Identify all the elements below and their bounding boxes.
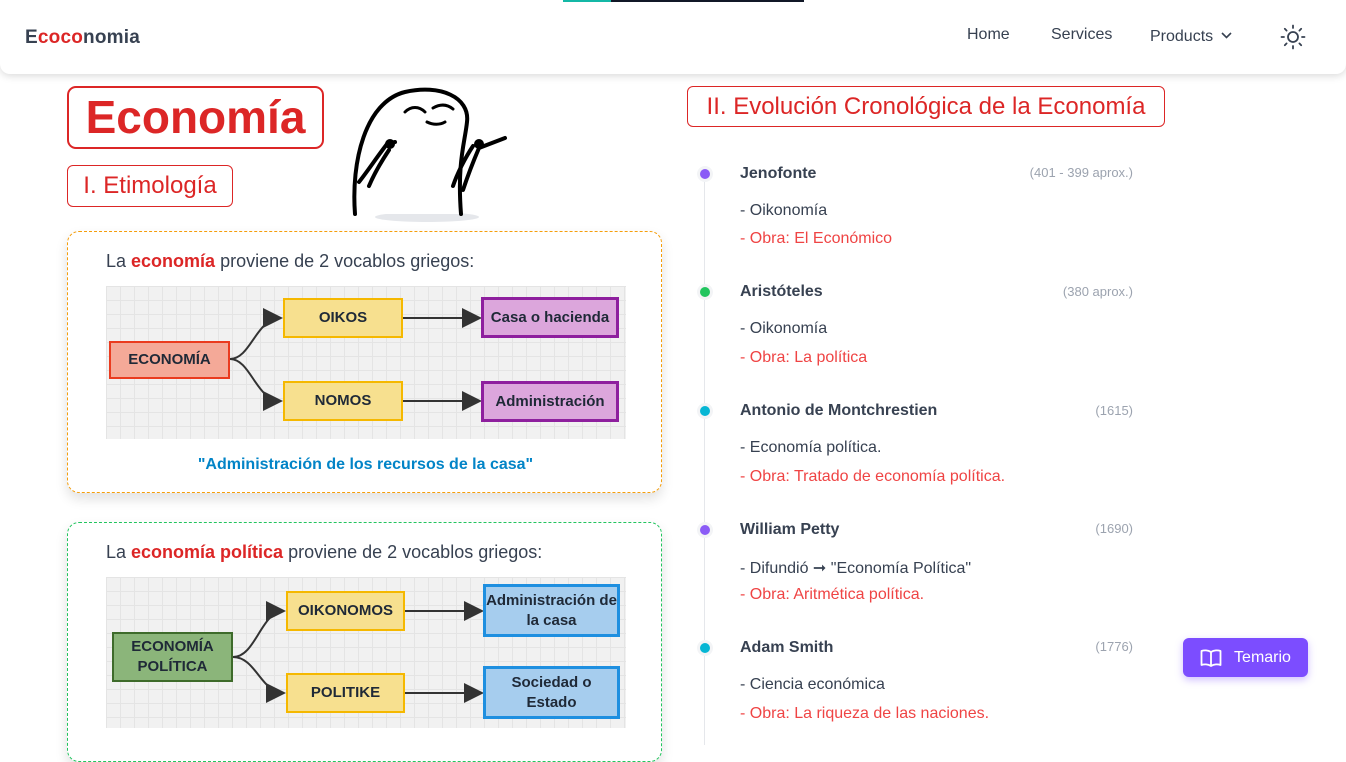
timeline-entry: Aristóteles (380 aprox.) - Oikonomía - O… [0,278,1346,388]
timeline-dot [697,403,713,419]
timeline-work: - Obra: La riqueza de las naciones. [740,705,990,722]
timeline-name: Antonio de Montchrestien [740,402,938,419]
brand-logo[interactable]: Ecoconomia [25,27,140,49]
sun-icon [1280,24,1306,50]
nav-products[interactable]: Products [1150,26,1232,46]
nav-home[interactable]: Home [967,26,1010,44]
timeline-description: - Economía política. [740,439,882,456]
timeline-entry: William Petty (1690) - Difundió ➞ "Econo… [0,515,1346,625]
timeline-description: - Ciencia económica [740,676,885,693]
timeline-dot [697,284,713,300]
timeline-dot [697,640,713,656]
timeline-work: - Obra: El Económico [740,230,893,247]
timeline-date: (1776) [1095,639,1133,654]
timeline-name: William Petty [740,521,840,538]
reading-progress-bar [563,0,804,2]
reading-progress-fill [563,0,612,2]
timeline-name: Aristóteles [740,283,823,300]
timeline-entry: Adam Smith (1776) - Ciencia económica - … [0,634,1346,744]
top-navbar: Ecoconomia Home Services Products [0,0,1346,74]
timeline-date: (1690) [1095,521,1133,536]
timeline-work: - Obra: La política [740,349,868,366]
timeline-description: - Oikonomía [740,202,828,219]
timeline-description: - Difundió ➞ "Economía Política" [740,560,972,577]
timeline-entry: Antonio de Montchrestien (1615) - Econom… [0,397,1346,507]
timeline-entry: Jenofonte (401 - 399 aprox.) - Oikonomía… [0,160,1346,270]
timeline-dot [697,522,713,538]
timeline-name: Adam Smith [740,639,834,656]
timeline-date: (401 - 399 aprox.) [1029,165,1133,180]
nav-services[interactable]: Services [1051,26,1112,44]
temario-button-label: Temario [1234,648,1291,666]
book-icon [1200,648,1222,667]
theme-toggle-button[interactable] [1280,24,1306,50]
timeline-work: - Obra: Aritmética política. [740,586,925,603]
temario-button[interactable]: Temario [1183,638,1308,677]
timeline-name: Jenofonte [740,165,817,182]
timeline-dot [697,166,713,182]
timeline-work: - Obra: Tratado de economía política. [740,468,1006,485]
page-title: Economía [67,86,324,149]
section-title-evolucion: II. Evolución Cronológica de la Economía [687,86,1165,127]
timeline-date: (1615) [1095,403,1133,418]
timeline-date: (380 aprox.) [1062,284,1133,299]
chevron-down-icon [1221,26,1232,44]
timeline-description: - Oikonomía [740,320,828,337]
